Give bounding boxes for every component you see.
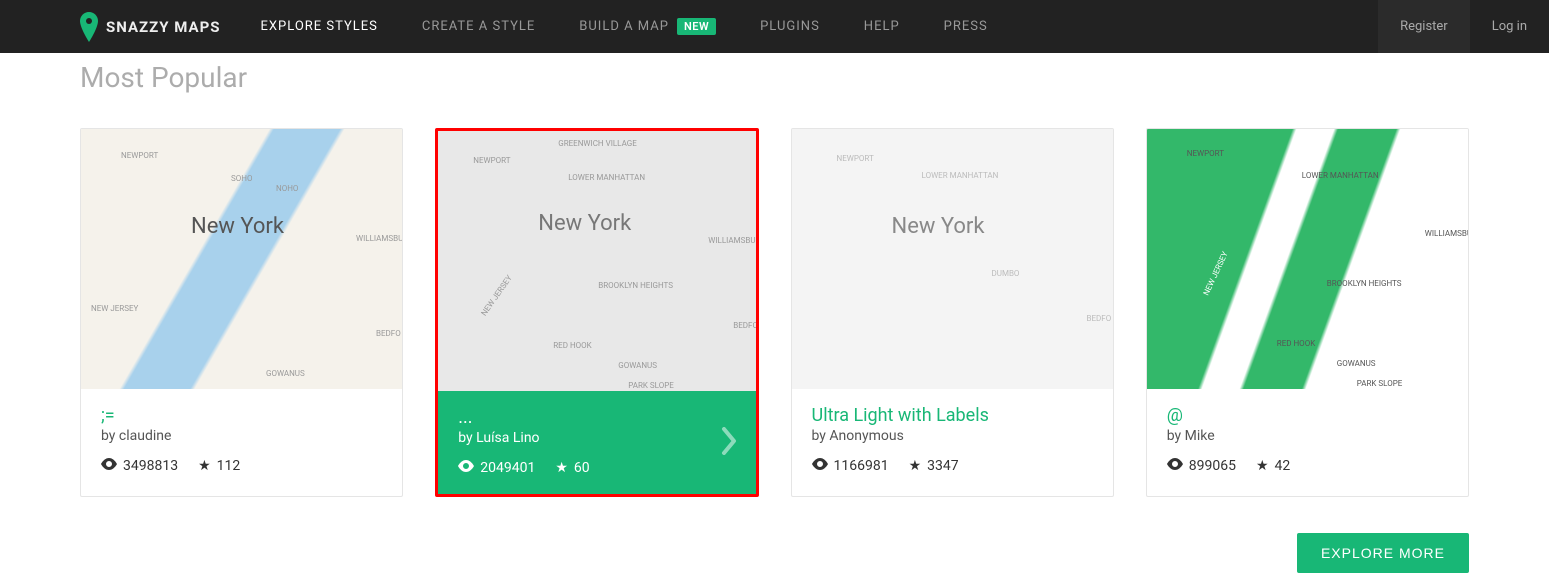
cards-row: New York NEWPORT SOHO NOHO WILLIAMSBU NE… — [80, 128, 1469, 497]
favorites-stat: ★ 60 — [555, 460, 589, 476]
nav-press[interactable]: PRESS — [944, 19, 988, 34]
favorites-count: 3347 — [927, 458, 958, 474]
nav-auth: Register Log in — [1378, 0, 1549, 53]
card-body: ;= by claudine 3498813 ★ 112 — [81, 389, 402, 492]
map-city-label: New York — [191, 214, 284, 239]
section-title: Most Popular — [80, 61, 1469, 94]
card-author: by Luísa Lino — [458, 430, 735, 446]
style-card[interactable]: New York NEWPORT GREENWICH VILLAGE LOWER… — [435, 128, 758, 497]
pin-icon — [80, 12, 98, 42]
star-icon: ★ — [198, 458, 211, 474]
eye-icon — [812, 458, 828, 474]
views-count: 1166981 — [834, 458, 889, 474]
map-preview: New York NEWPORT LOWER MANHATTAN DUMBO B… — [792, 129, 1113, 389]
star-icon: ★ — [909, 458, 922, 474]
favorites-count: 42 — [1275, 458, 1291, 474]
new-badge: NEW — [677, 18, 716, 35]
logo[interactable]: SNAZZY MAPS — [80, 12, 221, 42]
views-count: 2049401 — [480, 460, 535, 476]
favorites-stat: ★ 3347 — [909, 458, 959, 474]
style-card[interactable]: NEWPORT LOWER MANHATTAN WILLIAMSBU BROOK… — [1146, 128, 1469, 497]
explore-row: EXPLORE MORE — [80, 533, 1469, 573]
map-preview: New York NEWPORT GREENWICH VILLAGE LOWER… — [438, 131, 755, 391]
card-body: ... by Luísa Lino 2049401 ★ 60 — [438, 391, 755, 494]
nav-links: EXPLORE STYLES CREATE A STYLE BUILD A MA… — [261, 18, 1379, 35]
nav-create-style[interactable]: CREATE A STYLE — [422, 19, 535, 34]
favorites-count: 60 — [574, 460, 590, 476]
content: Most Popular New York NEWPORT SOHO NOHO … — [0, 61, 1549, 573]
map-city-label: New York — [892, 214, 985, 239]
nav-build-map-label: BUILD A MAP — [579, 19, 669, 34]
views-stat: 899065 — [1167, 458, 1236, 474]
chevron-right-icon — [720, 427, 738, 459]
eye-icon — [101, 458, 117, 474]
card-stats: 2049401 ★ 60 — [458, 460, 735, 476]
nav-help[interactable]: HELP — [864, 19, 900, 34]
eye-icon — [1167, 458, 1183, 474]
star-icon: ★ — [1256, 458, 1269, 474]
favorites-stat: ★ 112 — [198, 458, 240, 474]
card-body: @ by Mike 899065 ★ 42 — [1147, 389, 1468, 492]
explore-more-button[interactable]: EXPLORE MORE — [1297, 533, 1469, 573]
views-count: 3498813 — [123, 458, 178, 474]
card-stats: 1166981 ★ 3347 — [812, 458, 1093, 474]
style-card[interactable]: New York NEWPORT LOWER MANHATTAN DUMBO B… — [791, 128, 1114, 497]
login-link[interactable]: Log in — [1470, 0, 1549, 53]
card-stats: 899065 ★ 42 — [1167, 458, 1448, 474]
star-icon: ★ — [555, 460, 568, 476]
card-title: @ — [1167, 405, 1448, 426]
logo-text: SNAZZY MAPS — [106, 18, 221, 36]
card-author: by Mike — [1167, 428, 1448, 444]
views-count: 899065 — [1189, 458, 1236, 474]
card-author: by claudine — [101, 428, 382, 444]
card-title: ... — [458, 407, 735, 428]
card-title: Ultra Light with Labels — [812, 405, 1093, 426]
nav-plugins[interactable]: PLUGINS — [760, 19, 820, 34]
card-body: Ultra Light with Labels by Anonymous 116… — [792, 389, 1113, 492]
views-stat: 3498813 — [101, 458, 178, 474]
style-card[interactable]: New York NEWPORT SOHO NOHO WILLIAMSBU NE… — [80, 128, 403, 497]
map-preview: NEWPORT LOWER MANHATTAN WILLIAMSBU BROOK… — [1147, 129, 1468, 389]
card-title: ;= — [101, 405, 382, 426]
card-author: by Anonymous — [812, 428, 1093, 444]
nav-build-map[interactable]: BUILD A MAP NEW — [579, 18, 716, 35]
register-link[interactable]: Register — [1378, 0, 1470, 53]
favorites-stat: ★ 42 — [1256, 458, 1290, 474]
map-preview: New York NEWPORT SOHO NOHO WILLIAMSBU NE… — [81, 129, 402, 389]
eye-icon — [458, 460, 474, 476]
card-stats: 3498813 ★ 112 — [101, 458, 382, 474]
views-stat: 2049401 — [458, 460, 535, 476]
nav-explore-styles[interactable]: EXPLORE STYLES — [261, 19, 378, 34]
favorites-count: 112 — [217, 458, 241, 474]
navbar: SNAZZY MAPS EXPLORE STYLES CREATE A STYL… — [0, 0, 1549, 53]
views-stat: 1166981 — [812, 458, 889, 474]
map-city-label: New York — [538, 211, 631, 236]
